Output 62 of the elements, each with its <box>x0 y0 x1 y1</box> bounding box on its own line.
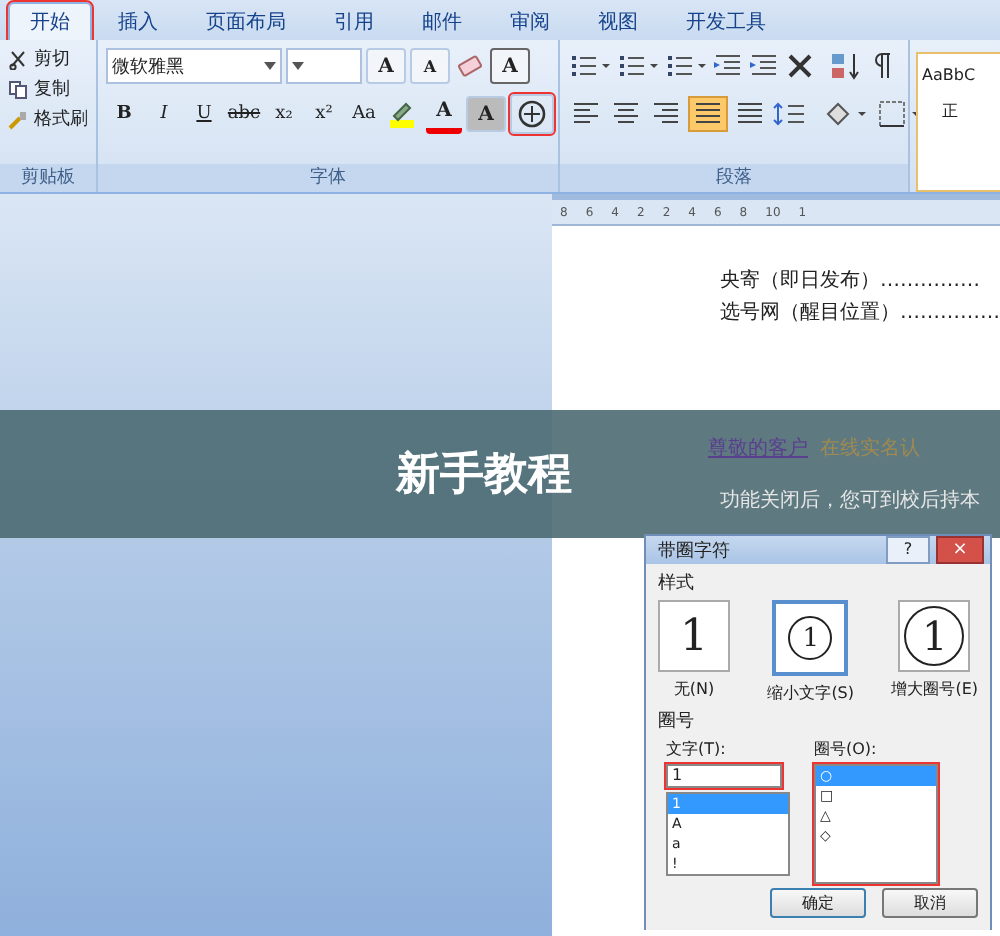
style-option[interactable]: 1 <box>898 600 971 672</box>
dropdown-arrow-icon <box>292 62 304 70</box>
style-option[interactable]: 1 <box>658 600 730 672</box>
format-button[interactable]: U <box>186 98 222 130</box>
style-option[interactable]: 1 <box>772 600 849 676</box>
character-shading-button[interactable]: A <box>466 96 506 132</box>
section-label: 圈号 <box>658 709 696 734</box>
group-label: 剪贴板 <box>0 164 96 192</box>
style-name: 正 <box>940 100 960 122</box>
dialog-button[interactable]: 确定 <box>770 888 866 918</box>
list-icon[interactable] <box>568 50 612 82</box>
grow-font-button[interactable]: A <box>366 48 406 84</box>
field-label: 圈号(O): <box>814 738 879 760</box>
copy-icon <box>8 79 28 99</box>
format-button[interactable]: abc <box>226 98 262 130</box>
option-label: 无(N) <box>673 678 715 700</box>
ribbon-tab[interactable]: 视图 <box>576 2 660 40</box>
document-text: 选号网（醒目位置）…………… <box>720 299 1000 328</box>
group-label: 字体 <box>98 164 558 192</box>
ribbon-tab[interactable]: 引用 <box>312 2 396 40</box>
clipboard-button[interactable]: 格式刷 <box>8 106 88 132</box>
document-text: 央寄（即日发布）…………… <box>720 267 982 296</box>
format-button[interactable]: Aa <box>346 98 382 130</box>
format-button[interactable]: B <box>106 98 142 130</box>
group-label: 段落 <box>560 164 908 192</box>
sort-icon[interactable] <box>828 50 864 82</box>
text-field[interactable]: 1 <box>666 764 782 788</box>
list-icon[interactable] <box>616 50 660 82</box>
scissors-icon <box>8 49 28 69</box>
enclosed-character-icon[interactable] <box>510 94 554 134</box>
list-icon[interactable] <box>664 50 708 82</box>
character-border-button[interactable]: A <box>490 48 530 84</box>
font-size-field[interactable] <box>286 48 362 84</box>
style-sample: AaBbC <box>922 66 978 84</box>
ribbon-tab[interactable]: 邮件 <box>400 2 484 40</box>
option-label: 增大圈号(E) <box>891 678 978 700</box>
ribbon-tab[interactable]: 开始 <box>8 2 92 40</box>
ribbon-tab[interactable]: 插入 <box>96 2 180 40</box>
ribbon-tab[interactable]: 审阅 <box>488 2 572 40</box>
dialog-title: 带圈字符 <box>658 539 730 563</box>
font-name-field[interactable]: 微软雅黑 <box>106 48 282 84</box>
align-icon[interactable] <box>688 96 728 132</box>
format-button[interactable]: I <box>146 98 182 130</box>
help-button[interactable]: ? <box>886 536 930 564</box>
field-label: 文字(T): <box>666 738 728 760</box>
dialog-button[interactable]: 取消 <box>882 888 978 918</box>
clipboard-button[interactable]: 剪切 <box>8 46 88 72</box>
document-text: 在线实名认 <box>820 435 920 464</box>
clipboard-button[interactable]: 复制 <box>8 76 88 102</box>
close-button[interactable]: × <box>936 536 984 564</box>
document-text: 功能关闭后，您可到校后持本 <box>720 487 982 516</box>
section-label: 样式 <box>658 571 696 596</box>
format-button[interactable]: x² <box>306 98 342 130</box>
option-label: 缩小文字(S) <box>767 682 855 704</box>
brush-icon <box>8 109 28 129</box>
shrink-font-button[interactable]: A <box>410 48 450 84</box>
ribbon-tab[interactable]: 页面布局 <box>184 2 308 40</box>
banner-title: 新手教程 <box>396 448 572 504</box>
format-button[interactable]: x₂ <box>266 98 302 130</box>
style-gallery-item[interactable]: AaBbC 正 <box>916 52 1000 192</box>
dropdown-arrow-icon <box>264 62 276 70</box>
ribbon-tab[interactable]: 开发工具 <box>664 2 788 40</box>
